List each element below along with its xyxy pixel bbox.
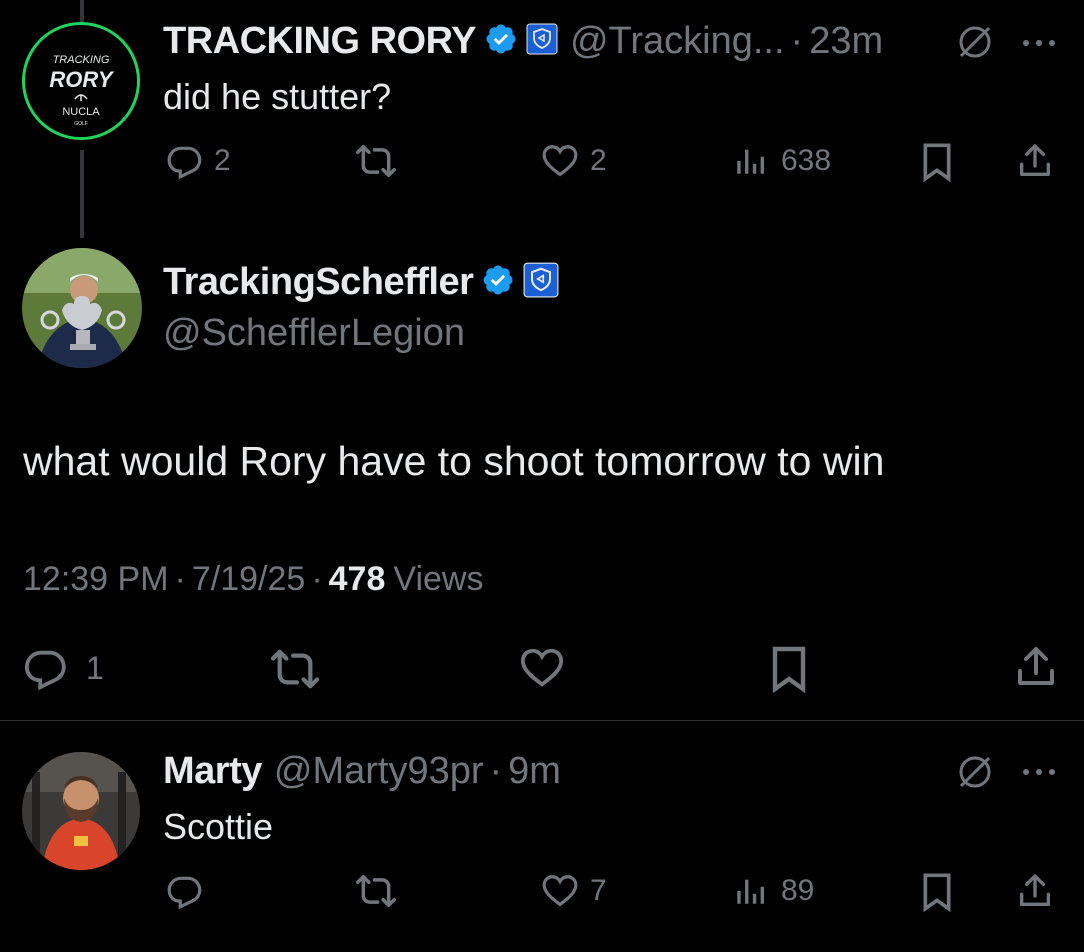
bookmark-button[interactable] (920, 142, 954, 187)
share-icon (1020, 144, 1050, 176)
tweet-text: did he stutter? (163, 76, 392, 117)
reply-tweet-header: Marty @Marty93pr · 9m (163, 748, 561, 794)
views-button[interactable]: 89 (733, 872, 814, 910)
tweet-text: Scottie (163, 806, 274, 847)
avatar-text-bottom: NUCLA (62, 106, 100, 118)
bookmark-icon (923, 143, 951, 183)
author-handle[interactable]: @Tracking... (570, 20, 785, 63)
like-button[interactable] (517, 645, 567, 696)
retweet-icon (356, 145, 396, 177)
retweet-button[interactable] (355, 142, 397, 180)
main-tweet-header: TrackingScheffler (163, 258, 559, 306)
author-name[interactable]: Marty (163, 750, 262, 793)
divider (0, 720, 1084, 721)
like-count: 2 (590, 144, 607, 177)
retweet-button[interactable] (268, 646, 322, 697)
views-label: Views (393, 560, 484, 598)
reply-icon (167, 876, 202, 910)
avatar-marty[interactable] (22, 752, 140, 870)
author-name[interactable]: TRACKING RORY (163, 20, 476, 63)
avatar-text-top: TRACKING (53, 54, 110, 66)
bookmark-button[interactable] (769, 644, 809, 699)
tweet-time[interactable]: 23m (809, 20, 883, 63)
share-icon (1020, 874, 1050, 906)
avatar-text-tiny: GOLF (74, 121, 88, 127)
grok-icon[interactable] (955, 752, 995, 797)
separator: · (174, 560, 186, 598)
avatar-tracking-rory[interactable]: TRACKING RORY NUCLA GOLF (22, 22, 140, 140)
more-options-icon[interactable] (1020, 36, 1060, 54)
reply-count: 2 (214, 144, 231, 177)
bookmark-icon (772, 646, 806, 694)
reply-icon (24, 650, 66, 691)
tweet-time[interactable]: 12:39 PM (23, 560, 169, 599)
retweet-icon (356, 875, 396, 907)
heart-icon (542, 875, 578, 907)
views-count: 89 (781, 874, 815, 907)
grok-icon[interactable] (955, 22, 995, 67)
share-button[interactable] (1015, 140, 1055, 187)
separator: · (790, 19, 804, 62)
main-tweet-text: what would Rory have to shoot tomorrow t… (23, 438, 885, 484)
retweet-button[interactable] (355, 872, 397, 915)
author-handle[interactable]: @Marty93pr (274, 750, 484, 793)
heart-icon (520, 648, 564, 687)
views-count[interactable]: 478 (329, 560, 386, 599)
tweet-date[interactable]: 7/19/25 (192, 560, 305, 599)
share-button[interactable] (1012, 642, 1060, 697)
affiliate-badge-icon (526, 23, 558, 60)
heart-icon (542, 145, 578, 177)
separator: · (489, 749, 503, 792)
reply-button[interactable] (166, 872, 204, 915)
share-icon (1018, 647, 1054, 685)
avatar-text-mid: RORY (49, 67, 114, 92)
separator: · (311, 560, 323, 598)
more-options-icon[interactable] (1020, 765, 1060, 783)
thread-line-connector (80, 150, 84, 238)
reply-button[interactable]: 1 (22, 645, 104, 691)
author-name[interactable]: TrackingScheffler (163, 261, 474, 304)
retweet-icon (270, 649, 320, 689)
views-icon (737, 879, 765, 904)
bookmark-icon (923, 873, 951, 913)
like-button[interactable]: 7 (540, 872, 607, 910)
bookmark-button[interactable] (920, 872, 954, 917)
reply-count: 1 (86, 649, 104, 686)
parent-tweet-header: TRACKING RORY @Tracking... · 23m (163, 18, 883, 64)
like-button[interactable]: 2 (540, 142, 607, 180)
views-icon (737, 149, 765, 174)
tweet-time[interactable]: 9m (508, 750, 561, 793)
author-handle[interactable]: @SchefflerLegion (163, 312, 465, 355)
reply-icon (167, 146, 202, 180)
avatar-tracking-scheffler[interactable] (22, 248, 142, 368)
reply-button[interactable]: 2 (166, 142, 231, 180)
share-button[interactable] (1015, 870, 1055, 917)
like-count: 7 (590, 874, 607, 907)
tweet-metadata: 12:39 PM · 7/19/25 · 478 Views (23, 560, 483, 599)
views-count: 638 (781, 144, 832, 177)
affiliate-badge-icon (523, 262, 559, 303)
thread-line-top (80, 0, 84, 22)
verified-badge-icon (484, 22, 518, 61)
views-button[interactable]: 638 (733, 142, 831, 180)
verified-badge-icon (481, 263, 515, 302)
